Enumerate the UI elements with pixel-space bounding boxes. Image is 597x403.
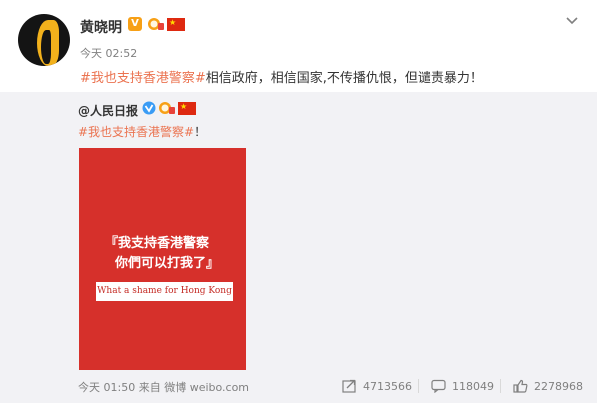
repost-timestamp[interactable]: 今天 01:50 — [78, 381, 135, 394]
post-text: #我也支持香港警察#相信政府，相信国家,不传播仇恨，但谴责暴力！ — [80, 67, 483, 86]
poster-banner: What a shame for Hong Kong — [96, 282, 233, 301]
username[interactable]: 黄晓明 — [80, 17, 122, 37]
repost-count-button[interactable]: 4713566 — [342, 378, 412, 394]
repost-footer-meta: 今天 01:50 来自 微博 weibo.com — [78, 379, 249, 395]
divider — [500, 379, 501, 393]
repost-hashtag-link[interactable]: #我也支持香港警察# — [78, 125, 194, 139]
poster-line-1: 『我支持香港警察 — [105, 236, 210, 251]
repost-icon — [342, 379, 356, 393]
repost-body: ！ — [194, 125, 207, 139]
comment-count-button[interactable]: 118049 — [431, 378, 494, 394]
avatar-shadow — [41, 30, 51, 64]
post-body: 相信政府，相信国家,不传播仇恨，但谴责暴力！ — [205, 71, 483, 86]
verified-v-icon: V — [128, 17, 142, 31]
like-count-button[interactable]: 2278968 — [513, 378, 583, 394]
poster-quote: 『我支持香港警察 你們可以打我了』 — [105, 234, 219, 274]
repost-author-link[interactable]: @人民日报 — [78, 102, 138, 119]
repost-source[interactable]: 来自 微博 weibo.com — [139, 381, 249, 394]
member-badge-icon[interactable] — [158, 100, 176, 115]
post-hashtag-link[interactable]: #我也支持香港警察# — [80, 71, 206, 86]
comment-icon — [431, 379, 446, 393]
member-badge-icon[interactable] — [147, 16, 165, 31]
repost-box: @人民日报 ★ #我也支持香港警察#！ 『我支持香港警察 你們可以打我了』 Wh… — [0, 92, 597, 403]
divider — [418, 379, 419, 393]
like-icon — [513, 379, 528, 393]
repost-text: #我也支持香港警察#！ — [78, 123, 206, 140]
poster-image[interactable]: 『我支持香港警察 你們可以打我了』 What a shame for Hong … — [79, 148, 246, 370]
post-header: 黄晓明 V ★ 今天 02:52 #我也支持香港警察#相信政府，相信国家,不传播… — [0, 0, 597, 92]
repost-count: 4713566 — [363, 379, 412, 393]
china-flag-icon: ★ — [178, 102, 196, 115]
china-flag-icon: ★ — [167, 18, 185, 31]
avatar[interactable] — [18, 14, 70, 66]
like-count: 2278968 — [534, 379, 583, 393]
chevron-down-icon[interactable] — [565, 16, 579, 26]
post-timestamp[interactable]: 今天 02:52 — [80, 45, 137, 61]
blue-verified-icon — [142, 101, 156, 115]
comment-count: 118049 — [452, 379, 494, 393]
poster-line-2: 你們可以打我了』 — [115, 256, 220, 271]
